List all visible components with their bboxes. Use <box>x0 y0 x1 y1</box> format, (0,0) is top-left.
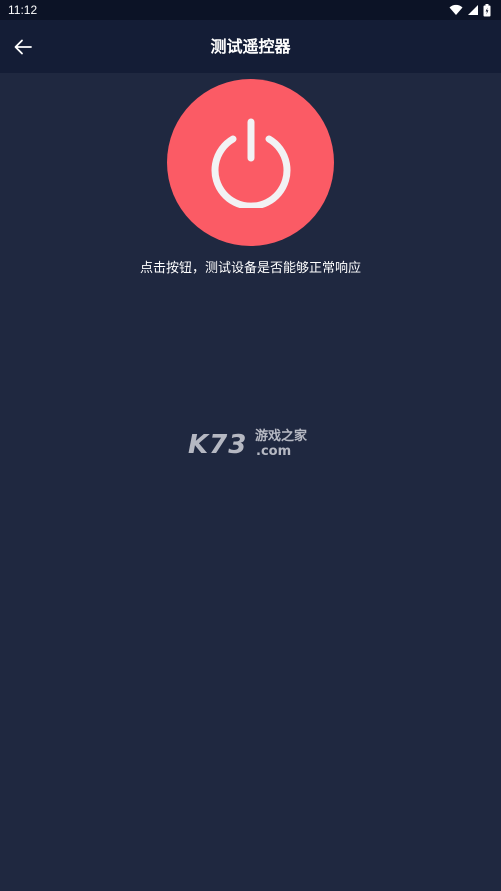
wifi-icon <box>449 4 463 15</box>
watermark-logo: K73 游戏之家 .com <box>188 428 318 464</box>
watermark-brand: K73 <box>188 430 248 460</box>
power-icon <box>211 118 290 208</box>
watermark-domain: .com <box>256 444 292 459</box>
page-title: 测试遥控器 <box>210 37 291 56</box>
status-icons <box>449 3 491 17</box>
status-bar: 11:12 <box>0 0 501 20</box>
arrow-left-icon <box>14 39 32 55</box>
power-button[interactable] <box>167 79 334 246</box>
signal-icon <box>468 5 478 15</box>
back-button[interactable] <box>8 32 38 62</box>
watermark-name: 游戏之家 <box>255 429 308 444</box>
battery-icon <box>483 3 491 16</box>
status-time: 11:12 <box>8 3 38 17</box>
app-bar: 测试遥控器 <box>0 20 501 73</box>
hint-text: 点击按钮，测试设备是否能够正常响应 <box>139 261 361 276</box>
